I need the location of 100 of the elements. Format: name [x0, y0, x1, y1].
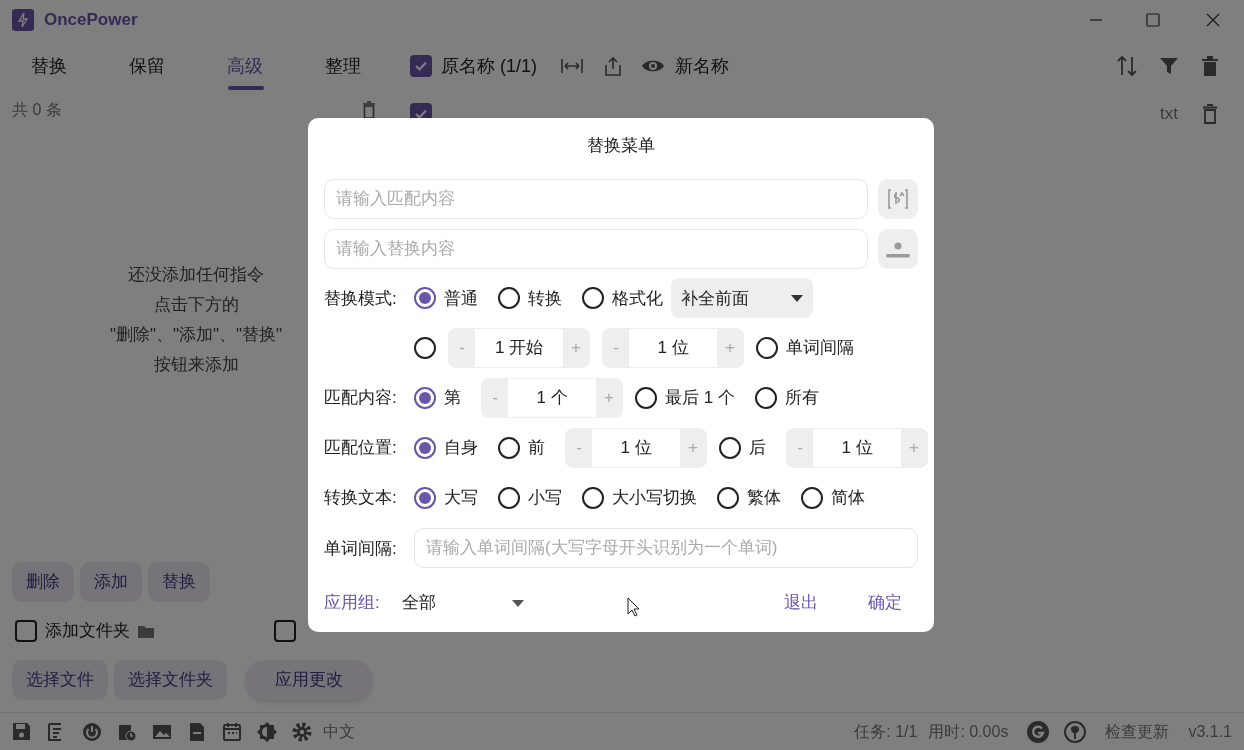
regex-icon — [886, 186, 910, 211]
tab[interactable]: 高级 — [196, 40, 294, 92]
sort-icon[interactable] — [1116, 55, 1138, 77]
export-icon[interactable] — [604, 56, 622, 76]
brightness-icon[interactable] — [257, 721, 277, 742]
radio-label: 小写 — [528, 486, 562, 509]
file-extension: txt — [1160, 103, 1178, 126]
number-stepper[interactable]: - 1 位 + — [565, 427, 707, 468]
number-stepper[interactable]: - 1 开始 + — [448, 328, 590, 369]
increment-button[interactable]: + — [901, 428, 927, 467]
stepper-value: 1 位 — [813, 428, 901, 467]
option-label: 转换文本: — [324, 487, 397, 507]
radio-button[interactable] — [582, 287, 604, 310]
radio-label: 普通 — [444, 287, 478, 310]
radio-button[interactable] — [717, 486, 739, 509]
radio-label: 格式化 — [612, 287, 663, 310]
trash-icon[interactable] — [362, 101, 376, 119]
language-button[interactable]: 中文 — [323, 719, 355, 744]
radio-button[interactable] — [414, 337, 436, 360]
filter-icon[interactable] — [1160, 57, 1178, 75]
number-stepper[interactable]: - 1 位 + — [786, 427, 928, 468]
checkbox[interactable] — [15, 620, 37, 642]
csv-file-icon[interactable] — [187, 721, 207, 742]
tab[interactable]: 整理 — [294, 40, 392, 92]
maximize-icon[interactable] — [1146, 13, 1160, 27]
radio-label: 后 — [749, 437, 766, 459]
radio-button[interactable] — [498, 436, 520, 459]
radio-button[interactable] — [719, 436, 741, 459]
radio-button[interactable] — [414, 486, 436, 509]
option-label: 单词间隔: — [324, 538, 397, 558]
radio-button[interactable] — [801, 486, 823, 509]
stepper-value: 1 个 — [508, 378, 596, 417]
close-icon[interactable] — [1206, 13, 1220, 27]
stepper-value: 1 位 — [629, 329, 717, 368]
action-button[interactable]: 应用更改 — [245, 660, 373, 700]
empty-message: 按钮来添加 — [153, 354, 239, 376]
mouse-pointer-icon — [627, 597, 641, 617]
window-title: OncePower — [44, 9, 138, 32]
number-stepper[interactable]: - 1 个 + — [481, 377, 623, 418]
radio-button[interactable] — [414, 386, 436, 409]
update-link[interactable]: 检查更新 — [1105, 719, 1170, 744]
calendar-icon[interactable] — [222, 721, 242, 742]
radio-button[interactable] — [635, 386, 657, 409]
radio-button[interactable] — [498, 486, 520, 509]
action-button[interactable]: 选择文件夹 — [114, 660, 227, 700]
number-stepper[interactable]: - 1 位 + — [602, 328, 744, 369]
radio-label: 所有 — [784, 387, 819, 410]
decrement-button[interactable]: - — [482, 378, 508, 417]
group-dropdown[interactable]: 全部 — [402, 583, 524, 624]
command-button[interactable]: 添加 — [80, 562, 142, 602]
decrement-button[interactable]: - — [603, 329, 629, 368]
clear-button[interactable] — [878, 228, 918, 269]
option-label: 匹配位置: — [324, 438, 397, 457]
radio-button[interactable] — [754, 386, 777, 409]
radio-label: 繁体 — [747, 486, 781, 509]
radio-button[interactable] — [414, 436, 436, 459]
dialog-button[interactable]: 退出 — [768, 583, 834, 624]
caret-icon — [512, 599, 524, 607]
elapsed-time: 用时: 0.00s — [928, 721, 1009, 742]
task-count: 任务: 1/1 — [854, 721, 918, 742]
radio-label: 单词间隔 — [786, 337, 854, 360]
dialog-button[interactable]: 确定 — [852, 583, 918, 624]
increment-button[interactable]: + — [717, 329, 743, 368]
format-dropdown[interactable]: 补全前面 — [671, 278, 813, 319]
save-icon[interactable] — [12, 721, 32, 742]
increment-button[interactable]: + — [563, 329, 589, 368]
tab[interactable]: 替换 — [0, 40, 98, 92]
action-button[interactable]: 选择文件 — [12, 660, 108, 700]
tab[interactable]: 保留 — [98, 40, 196, 92]
fit-width-icon[interactable] — [561, 58, 583, 74]
increment-button[interactable]: + — [596, 378, 622, 417]
radio-label: 自身 — [444, 437, 478, 459]
radio-button[interactable] — [498, 287, 520, 310]
radio-label: 第 — [444, 387, 461, 410]
radio-button[interactable] — [582, 486, 604, 509]
checkbox[interactable] — [410, 55, 432, 77]
option-label: 替换模式: — [324, 288, 397, 308]
app-logo-icon — [12, 9, 34, 31]
input-field[interactable]: 请输入单词间隔(大写字母开头识别为一个单词) — [414, 528, 918, 569]
g-logo-icon[interactable] — [1027, 720, 1050, 743]
settings-icon[interactable] — [292, 721, 312, 742]
increment-button[interactable]: + — [680, 428, 706, 467]
input-field[interactable]: 请输入匹配内容 — [324, 178, 868, 219]
version-label: v3.1.1 — [1188, 721, 1232, 742]
decrement-button[interactable]: - — [787, 428, 813, 467]
radio-button[interactable] — [756, 337, 778, 360]
empty-message: "删除"、"添加"、"替换" — [109, 324, 283, 346]
option-label: 匹配内容: — [324, 388, 397, 408]
radio-label: 转换 — [528, 287, 562, 310]
command-button[interactable]: 替换 — [148, 562, 210, 602]
checkbox[interactable] — [274, 620, 296, 642]
decrement-button[interactable]: - — [566, 428, 592, 467]
power-icon[interactable] — [82, 721, 102, 742]
radio-button[interactable] — [414, 287, 436, 310]
eye-icon[interactable] — [641, 58, 665, 74]
decrement-button[interactable]: - — [449, 329, 475, 368]
regex-button[interactable] — [878, 178, 918, 219]
input-field[interactable]: 请输入替换内容 — [324, 228, 868, 269]
command-button[interactable]: 删除 — [12, 562, 74, 602]
column-header: 原名称 (1/1) — [441, 54, 537, 78]
